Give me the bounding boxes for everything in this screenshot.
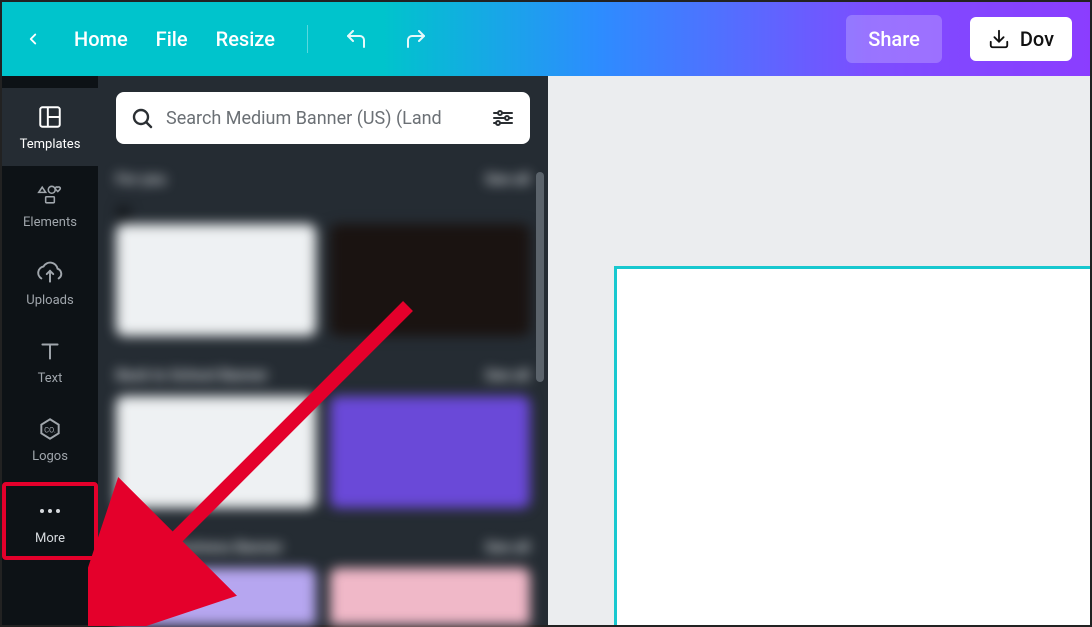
undo-button[interactable] xyxy=(340,23,372,55)
app-root: Home File Resize Share Dov Templates xyxy=(0,0,1092,627)
rail-uploads[interactable]: Uploads xyxy=(2,244,98,322)
uploads-icon xyxy=(36,259,64,287)
app-body: Templates Elements Uploads Text xyxy=(2,76,1090,625)
annotation-arrow xyxy=(88,296,428,626)
design-canvas[interactable] xyxy=(614,266,1090,625)
download-icon xyxy=(988,28,1010,50)
file-menu[interactable]: File xyxy=(156,27,188,51)
panel-scrollbar[interactable] xyxy=(536,172,544,382)
toolbar-divider xyxy=(307,25,308,53)
elements-icon xyxy=(36,181,64,209)
canvas-area[interactable] xyxy=(548,76,1090,625)
download-button[interactable]: Dov xyxy=(970,17,1072,61)
rail-logos[interactable]: CO. Logos xyxy=(2,400,98,478)
rail-uploads-label: Uploads xyxy=(26,293,73,308)
top-toolbar: Home File Resize Share Dov xyxy=(2,2,1090,76)
templates-list: For youSee all股 Back to School BannerSee… xyxy=(98,160,548,625)
back-button[interactable] xyxy=(20,26,46,52)
svg-text:CO.: CO. xyxy=(44,425,56,434)
rail-more-label: More xyxy=(35,531,65,546)
rail-logos-label: Logos xyxy=(32,449,68,464)
side-rail: Templates Elements Uploads Text xyxy=(2,76,98,625)
logos-icon: CO. xyxy=(36,415,64,443)
redo-icon xyxy=(404,27,428,51)
rail-text[interactable]: Text xyxy=(2,322,98,400)
search-container xyxy=(98,76,548,160)
text-icon xyxy=(36,337,64,365)
download-label: Dov xyxy=(1020,27,1054,51)
undo-icon xyxy=(344,27,368,51)
search-input[interactable] xyxy=(166,108,478,129)
rail-elements-label: Elements xyxy=(23,215,77,230)
templates-icon xyxy=(36,103,64,131)
rail-more[interactable]: More xyxy=(2,482,98,560)
search-filter-button[interactable] xyxy=(490,105,516,131)
rail-templates[interactable]: Templates xyxy=(2,88,98,166)
rail-text-label: Text xyxy=(38,371,63,386)
share-button[interactable]: Share xyxy=(846,15,942,63)
templates-panel: For youSee all股 Back to School BannerSee… xyxy=(98,76,548,625)
rail-templates-label: Templates xyxy=(20,137,81,152)
sliders-icon xyxy=(491,106,515,130)
home-link[interactable]: Home xyxy=(74,27,128,51)
resize-menu[interactable]: Resize xyxy=(216,27,275,51)
more-icon xyxy=(36,497,64,525)
chevron-left-icon xyxy=(24,30,42,48)
redo-button[interactable] xyxy=(400,23,432,55)
search-icon xyxy=(130,106,154,130)
search-bar[interactable] xyxy=(116,92,530,144)
rail-elements[interactable]: Elements xyxy=(2,166,98,244)
